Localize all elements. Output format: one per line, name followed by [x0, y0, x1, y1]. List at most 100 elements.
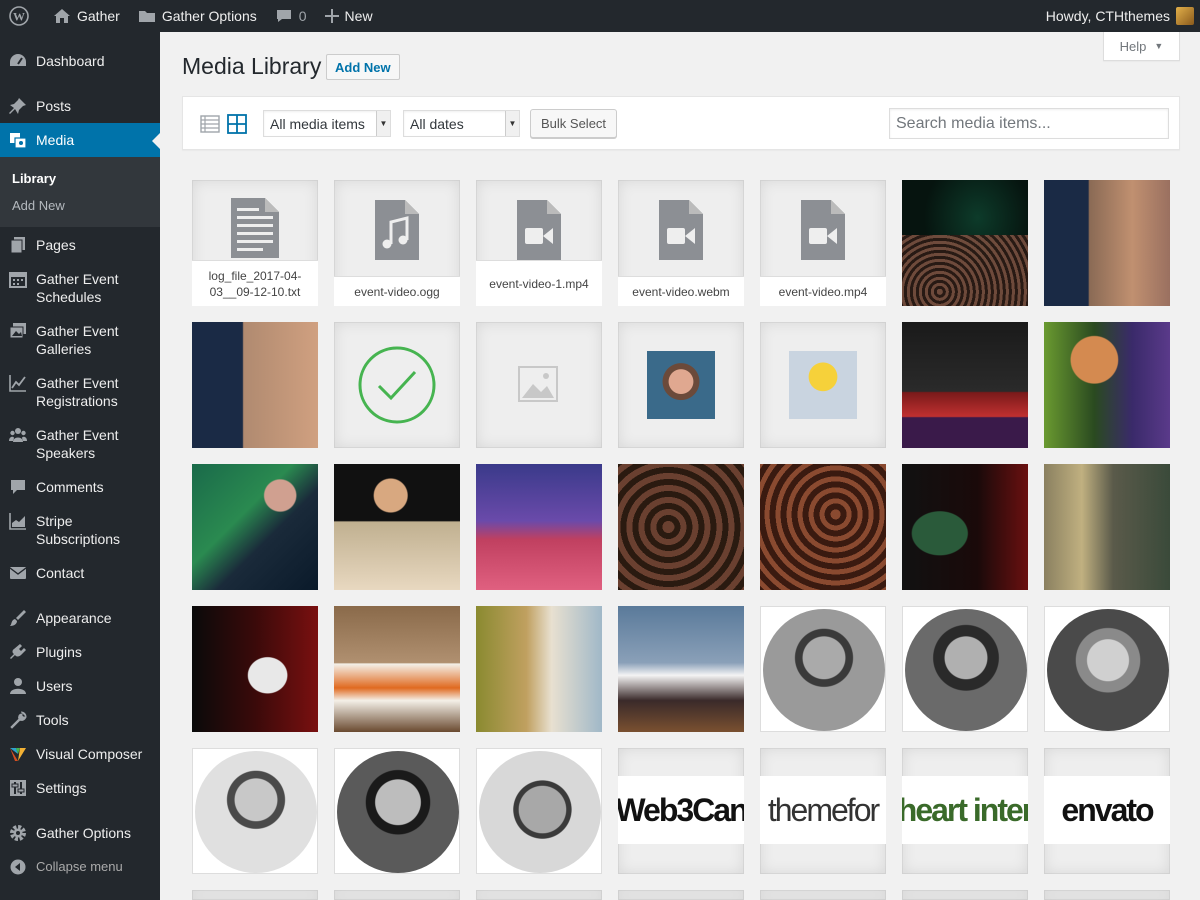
- media-tile-photo[interactable]: [618, 606, 744, 732]
- media-tile[interactable]: event-video.webm: [618, 180, 744, 306]
- media-tile[interactable]: [902, 890, 1028, 900]
- media-tile-photo[interactable]: [902, 464, 1028, 590]
- admin-bar: W Gather Gather Options 0 New Howdy, CTH…: [0, 0, 1200, 32]
- media-tile-logo[interactable]: heart inter: [902, 748, 1028, 874]
- comment-icon: [276, 10, 291, 22]
- media-tile-logo[interactable]: envato: [1044, 748, 1170, 874]
- audience-photo: [618, 464, 744, 590]
- media-tile-photo[interactable]: [192, 322, 318, 448]
- media-tile-photo[interactable]: [902, 180, 1028, 306]
- gallery-icon: [9, 322, 27, 340]
- media-tile-photo[interactable]: [902, 322, 1028, 448]
- media-tile-photo[interactable]: [760, 464, 886, 590]
- team-member-photo: [905, 609, 1027, 731]
- list-view-icon[interactable]: [200, 114, 220, 134]
- logo-text: heart inter: [902, 791, 1028, 828]
- media-tile[interactable]: [334, 322, 460, 448]
- grid-view-icon[interactable]: [227, 114, 247, 134]
- sidebar-item-appearance[interactable]: Appearance: [0, 609, 160, 629]
- envelope-icon: [9, 564, 27, 582]
- media-tile[interactable]: [334, 890, 460, 900]
- hotel-room-photo: [476, 606, 602, 732]
- sidebar-item-pages[interactable]: Pages: [0, 236, 160, 256]
- media-tile[interactable]: event-video-1.mp4: [476, 180, 602, 306]
- media-tile-logo[interactable]: themefor: [760, 748, 886, 874]
- logo-text: Web3Can: [618, 791, 744, 828]
- sidebar-item-users[interactable]: Users: [0, 677, 160, 697]
- media-tile-photo[interactable]: [618, 464, 744, 590]
- sidebar-item-registrations[interactable]: Gather Event Registrations: [0, 374, 160, 414]
- search-input[interactable]: Search media items...: [889, 108, 1169, 139]
- media-tile-photo[interactable]: [192, 464, 318, 590]
- sidebar-item-galleries[interactable]: Gather Event Galleries: [0, 322, 160, 362]
- media-tile-photo[interactable]: [334, 748, 460, 874]
- submenu-item-add-new[interactable]: Add New: [12, 198, 65, 213]
- sidebar-item-label: Media: [36, 132, 75, 148]
- media-tile-photo[interactable]: [476, 464, 602, 590]
- media-tile[interactable]: [760, 890, 886, 900]
- media-tile-logo[interactable]: Web3Can: [618, 748, 744, 874]
- sidebar-item-visual-composer[interactable]: Visual Composer: [0, 745, 160, 765]
- media-tile[interactable]: [618, 890, 744, 900]
- sidebar-item-contact[interactable]: Contact: [0, 564, 160, 584]
- media-tile-photo[interactable]: [760, 606, 886, 732]
- options-link[interactable]: Gather Options: [129, 0, 266, 32]
- my-account-link[interactable]: Howdy, CTHthemes: [1037, 0, 1200, 32]
- sidebar-item-tools[interactable]: Tools: [0, 711, 160, 731]
- media-tile[interactable]: [476, 890, 602, 900]
- filename: event-video-1.mp4: [476, 260, 602, 306]
- sidebar-item-label: Dashboard: [36, 53, 105, 69]
- site-name-link[interactable]: Gather: [44, 0, 129, 32]
- help-tab[interactable]: Help ▼: [1103, 32, 1180, 61]
- media-tile-photo[interactable]: [1044, 464, 1170, 590]
- sidebar-item-comments[interactable]: Comments: [0, 478, 160, 498]
- media-tile[interactable]: [1044, 890, 1170, 900]
- sidebar-item-label: Comments: [36, 479, 104, 495]
- media-tile-photo[interactable]: [1044, 180, 1170, 306]
- sidebar-item-settings[interactable]: Settings: [0, 779, 160, 799]
- add-new-button[interactable]: Add New: [326, 54, 400, 80]
- media-tile-photo[interactable]: [334, 464, 460, 590]
- media-tile-photo[interactable]: [476, 748, 602, 874]
- sidebar-item-schedules[interactable]: Gather Event Schedules: [0, 270, 160, 310]
- dashboard-icon: [9, 52, 27, 70]
- date-filter[interactable]: All dates ▼: [403, 110, 520, 137]
- media-tile-photo[interactable]: [1044, 606, 1170, 732]
- wordpress-logo-icon[interactable]: W: [0, 0, 44, 32]
- chart-bar-icon: [9, 512, 27, 530]
- comments-link[interactable]: 0: [266, 0, 316, 32]
- new-content-link[interactable]: New: [316, 0, 382, 32]
- media-tile-photo[interactable]: [192, 606, 318, 732]
- media-tile[interactable]: event-video.mp4: [760, 180, 886, 306]
- submenu-item-library[interactable]: Library: [12, 171, 56, 186]
- sidebar-item-stripe[interactable]: Stripe Subscriptions: [0, 512, 160, 552]
- media-tile-photo[interactable]: [1044, 322, 1170, 448]
- collapse-menu-button[interactable]: Collapse menu: [0, 858, 160, 878]
- sidebar-item-label: Plugins: [36, 644, 82, 660]
- media-tile[interactable]: [760, 322, 886, 448]
- media-tile-photo[interactable]: [902, 606, 1028, 732]
- collapse-label: Collapse menu: [36, 859, 123, 874]
- speaker-photo: [192, 322, 318, 448]
- sidebar-item-plugins[interactable]: Plugins: [0, 643, 160, 663]
- sidebar-item-gather-options[interactable]: Gather Options: [0, 824, 160, 844]
- media-tile-photo[interactable]: [192, 748, 318, 874]
- speaker-photo: [902, 464, 1028, 590]
- team-member-photo: [337, 751, 459, 873]
- media-tile[interactable]: [476, 322, 602, 448]
- media-tile[interactable]: event-video.ogg: [334, 180, 460, 306]
- media-tile[interactable]: [192, 890, 318, 900]
- media-tile-photo[interactable]: [334, 606, 460, 732]
- sidebar-item-speakers[interactable]: Gather Event Speakers: [0, 426, 160, 466]
- sidebar-item-media[interactable]: Media: [0, 123, 160, 157]
- media-tile[interactable]: [618, 322, 744, 448]
- media-type-filter[interactable]: All media items ▼: [263, 110, 391, 137]
- sidebar-item-dashboard[interactable]: Dashboard: [0, 52, 160, 72]
- bulk-select-button[interactable]: Bulk Select: [530, 109, 618, 138]
- sidebar-item-posts[interactable]: Posts: [0, 97, 160, 117]
- panel-photo: [476, 464, 602, 590]
- media-tile-photo[interactable]: [476, 606, 602, 732]
- sidebar-item-label: Tools: [36, 712, 69, 728]
- media-tile[interactable]: log_file_2017-04-03__09-12-10.txt: [192, 180, 318, 306]
- audience-photo: [760, 464, 886, 590]
